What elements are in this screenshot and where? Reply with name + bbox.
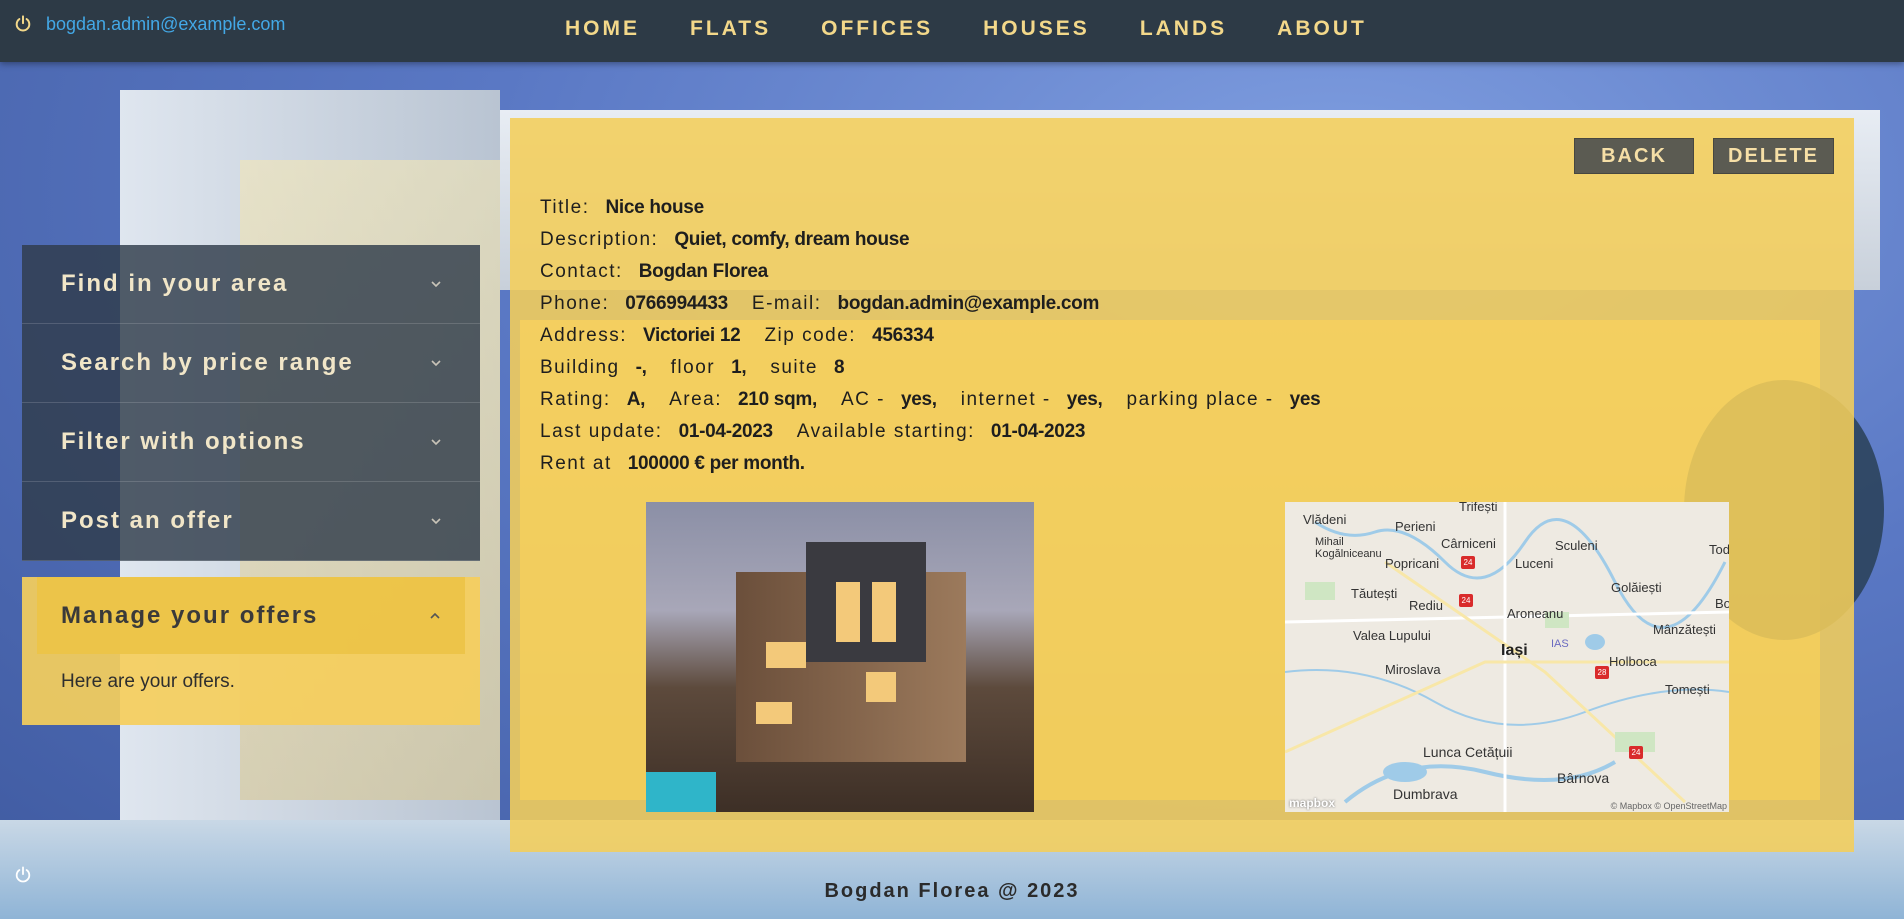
- offer-address: Victoriei 12: [642, 325, 741, 346]
- dates-row: Last update: 01-04-2023 Available starti…: [540, 421, 1086, 442]
- address-row: Address: Victoriei 12 Zip code: 456334: [540, 325, 934, 346]
- map-town-label: Miroslava: [1385, 662, 1441, 677]
- airport-label: IAS: [1551, 638, 1569, 650]
- sidebar-accordion: Find in your area Search by price range …: [22, 245, 480, 725]
- offer-details: Title: Nice house Description: Quiet, co…: [540, 192, 1344, 480]
- offer-parking: yes: [1289, 389, 1321, 410]
- accordion-find-area[interactable]: Find in your area: [22, 245, 480, 324]
- top-header: bogdan.admin@example.com HOME FLATS OFFI…: [0, 0, 1904, 62]
- nav-about[interactable]: ABOUT: [1277, 17, 1367, 41]
- map-town-label: Tăutești: [1351, 586, 1398, 601]
- map-town-label: Bo: [1715, 596, 1729, 611]
- chevron-down-icon: [431, 360, 441, 367]
- offer-phone: 0766994433: [625, 293, 728, 314]
- map-town-label: Luceni: [1515, 556, 1554, 571]
- road-shield: 28: [1595, 666, 1609, 679]
- power-icon[interactable]: [14, 15, 32, 33]
- chevron-up-icon: [430, 612, 440, 619]
- accordion-label: Search by price range: [61, 349, 354, 376]
- road-shield: 24: [1459, 594, 1473, 607]
- map-town-label: Sculeni: [1555, 538, 1598, 553]
- rent-row: Rent at 100000 € per month.: [540, 453, 805, 474]
- map-town-label: Trifești: [1459, 502, 1498, 514]
- description-row: Description: Quiet, comfy, dream house: [540, 229, 910, 250]
- chevron-down-icon: [431, 281, 441, 288]
- offer-last-update: 01-04-2023: [678, 421, 774, 442]
- offer-contact: Bogdan Florea: [638, 261, 768, 282]
- offer-internet: yes,: [1066, 389, 1103, 410]
- map-town-label: Dumbrava: [1393, 786, 1458, 802]
- map-town-label: Tomești: [1665, 682, 1710, 697]
- nav-flats[interactable]: FLATS: [690, 17, 771, 41]
- contact-row: Contact: Bogdan Florea: [540, 261, 768, 282]
- road-shield: 24: [1461, 556, 1475, 569]
- offer-email: bogdan.admin@example.com: [837, 293, 1100, 314]
- road-shield: 24: [1629, 746, 1643, 759]
- phone-email-row: Phone: 0766994433 E-mail: bogdan.admin@e…: [540, 293, 1100, 314]
- map-town-label: Holboca: [1609, 654, 1657, 669]
- map-town-label: Todir: [1709, 542, 1729, 557]
- accordion-post-offer[interactable]: Post an offer: [22, 482, 480, 561]
- nav-offices[interactable]: OFFICES: [821, 17, 933, 41]
- user-email-link[interactable]: bogdan.admin@example.com: [46, 14, 285, 35]
- house-photo: [646, 502, 1034, 812]
- features-row: Rating: A, Area: 210 sqm, AC - yes, inte…: [540, 389, 1321, 410]
- chevron-down-icon: [431, 439, 441, 446]
- accordion-body-text: Here are your offers.: [61, 671, 235, 692]
- map-town-label: Bârnova: [1557, 770, 1610, 786]
- offer-zip: 456334: [872, 325, 934, 346]
- offer-description: Quiet, comfy, dream house: [674, 229, 910, 250]
- map-town-label: Popricani: [1385, 556, 1440, 571]
- accordion-manage-offers: Manage your offers Here are your offers.: [22, 577, 480, 725]
- map-attribution[interactable]: © Mapbox © OpenStreetMap: [1611, 801, 1727, 811]
- map-town-label: Rediu: [1409, 598, 1443, 613]
- map-town-label: Mânzătești: [1653, 622, 1716, 637]
- map-town-label: Perieni: [1395, 519, 1436, 534]
- map-town-label: Valea Lupului: [1353, 628, 1431, 643]
- accordion-label: Manage your offers: [61, 601, 319, 629]
- accordion-price-range[interactable]: Search by price range: [22, 324, 480, 403]
- footer-credit: Bogdan Florea @ 2023: [824, 880, 1080, 902]
- offer-rent: 100000 € per month.: [627, 453, 805, 474]
- offer-title: Nice house: [605, 197, 704, 218]
- offer-floor: 1,: [731, 357, 747, 378]
- location-map[interactable]: Vlădeni Perieni Trifești Mihail Kogălnic…: [1285, 502, 1729, 812]
- map-town-label: Cârniceni: [1441, 536, 1496, 551]
- chevron-down-icon: [431, 518, 441, 525]
- nav-home[interactable]: HOME: [565, 17, 640, 41]
- building-row: Building -, floor 1, suite 8: [540, 357, 845, 378]
- offer-building: -,: [635, 357, 647, 378]
- title-row: Title: Nice house: [540, 197, 704, 218]
- accordion-label: Post an offer: [61, 507, 234, 534]
- main-nav: HOME FLATS OFFICES HOUSES LANDS ABOUT: [540, 0, 1392, 58]
- offer-area: 210 sqm,: [738, 389, 817, 410]
- accordion-filter-options[interactable]: Filter with options: [22, 403, 480, 482]
- map-city-label: Iași: [1501, 642, 1528, 659]
- accordion-label: Filter with options: [61, 428, 306, 455]
- map-town-label: Mihail Kogălniceanu: [1315, 536, 1382, 560]
- nav-houses[interactable]: HOUSES: [983, 17, 1090, 41]
- back-button[interactable]: BACK: [1574, 138, 1694, 174]
- map-town-label: Vlădeni: [1303, 512, 1347, 527]
- map-town-label: Golăiești: [1611, 580, 1662, 595]
- offer-ac: yes,: [900, 389, 937, 410]
- offer-suite: 8: [833, 357, 845, 378]
- mapbox-logo: mapbox: [1289, 796, 1336, 810]
- nav-lands[interactable]: LANDS: [1140, 17, 1227, 41]
- delete-button[interactable]: DELETE: [1713, 138, 1834, 174]
- accordion-manage-offers-header[interactable]: Manage your offers: [37, 577, 465, 654]
- accordion-label: Find in your area: [61, 270, 289, 297]
- offer-detail-panel: BACK DELETE Title: Nice house Descriptio…: [510, 118, 1854, 852]
- map-town-label: Lunca Cetățuii: [1423, 744, 1513, 760]
- offer-rating: A,: [626, 389, 646, 410]
- offer-available: 01-04-2023: [990, 421, 1086, 442]
- map-town-label: Aroneanu: [1507, 606, 1564, 621]
